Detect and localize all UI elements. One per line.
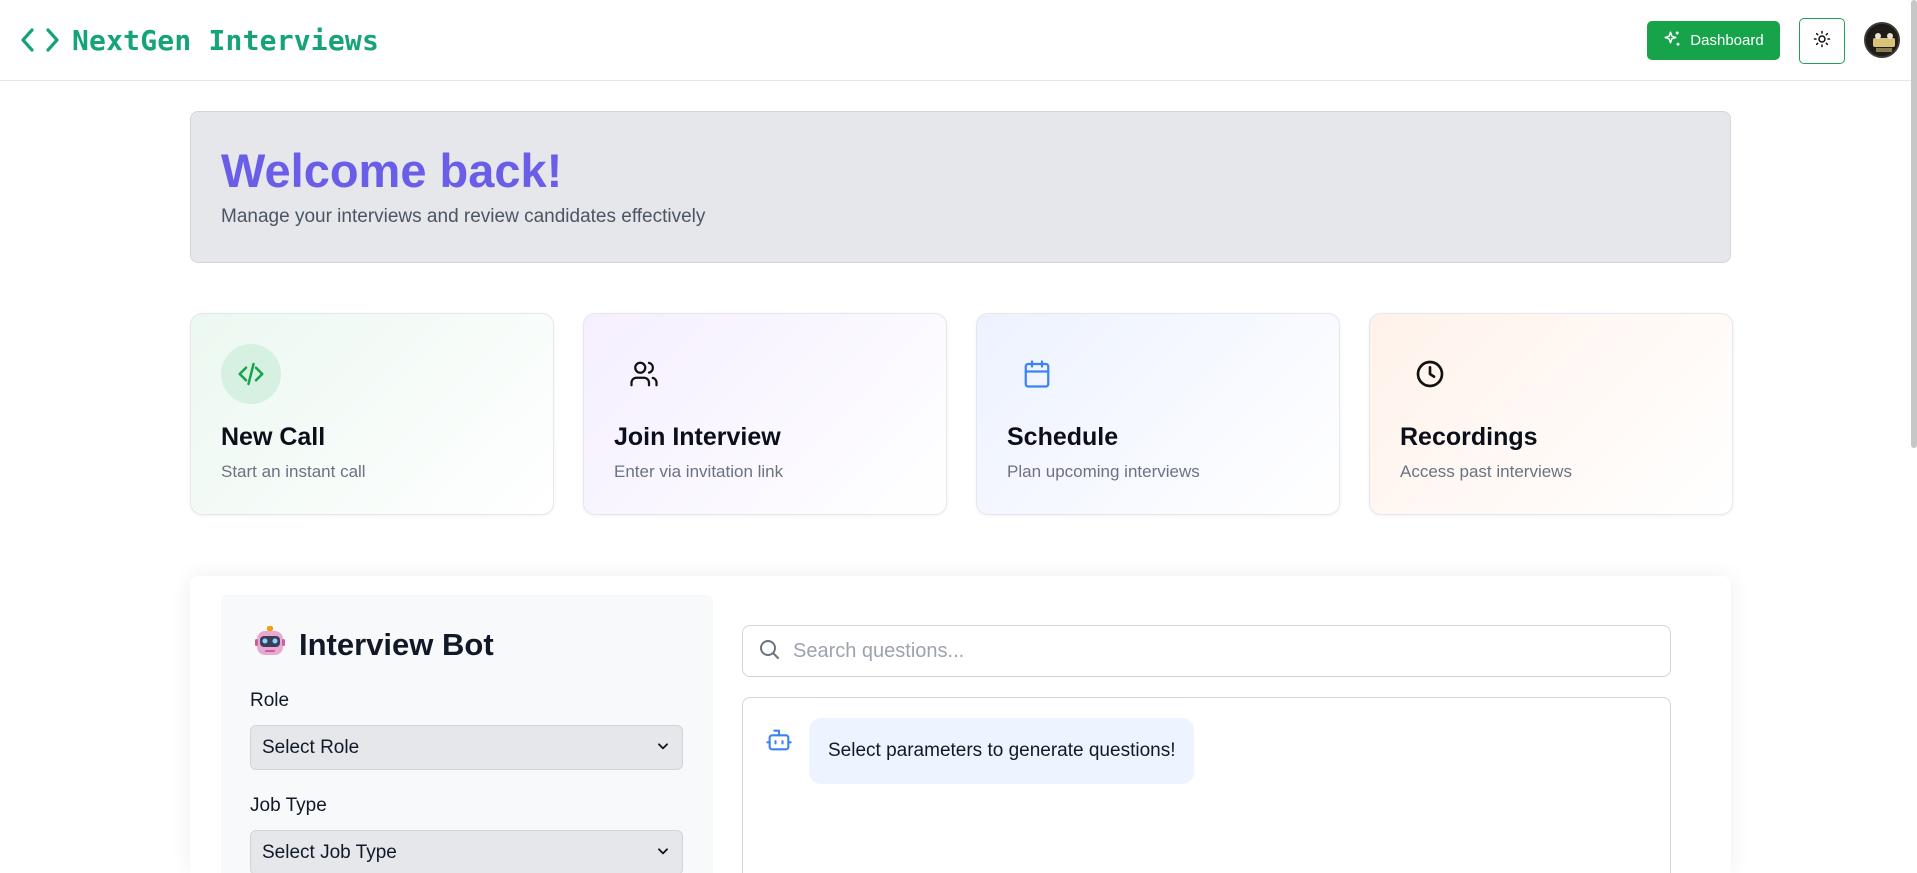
role-select-value: Select Role	[262, 736, 360, 758]
calendar-icon	[1007, 344, 1067, 404]
theme-toggle-button[interactable]	[1799, 18, 1845, 64]
users-icon	[614, 344, 674, 404]
job-type-label: Job Type	[250, 795, 327, 816]
brand-name: NextGen Interviews	[72, 23, 380, 57]
interview-bot-sidebar: Interview Bot Role Select Role Job Type …	[221, 595, 713, 873]
join-interview-card[interactable]: Join Interview Enter via invitation link	[583, 313, 947, 515]
bot-title-row: Interview Bot	[253, 625, 494, 664]
job-type-select-value: Select Job Type	[262, 841, 397, 863]
card-subtitle: Plan upcoming interviews	[1007, 462, 1200, 481]
brand-logo-link[interactable]: NextGen Interviews	[20, 22, 379, 58]
card-title: Schedule	[1007, 423, 1119, 451]
bot-title: Interview Bot	[299, 626, 494, 662]
job-type-select[interactable]: Select Job Type	[250, 830, 683, 873]
chevron-down-icon	[656, 737, 670, 759]
card-title: New Call	[221, 423, 326, 451]
dashboard-button-label: Dashboard	[1690, 32, 1764, 49]
welcome-banner: Welcome back! Manage your interviews and…	[190, 111, 1731, 263]
card-subtitle: Enter via invitation link	[614, 462, 784, 481]
role-select[interactable]: Select Role	[250, 725, 683, 770]
card-subtitle: Start an instant call	[221, 462, 366, 481]
code-brackets-icon	[20, 22, 60, 58]
bot-message-bubble: Select parameters to generate questions!	[809, 718, 1195, 784]
card-title: Recordings	[1400, 423, 1538, 451]
card-title: Join Interview	[614, 423, 781, 451]
user-avatar[interactable]	[1864, 22, 1900, 58]
sun-icon	[1813, 30, 1831, 53]
card-subtitle: Access past interviews	[1400, 462, 1572, 481]
chevron-down-icon	[656, 842, 670, 864]
questions-chat-area: Select parameters to generate questions!	[742, 697, 1671, 873]
search-input[interactable]	[793, 639, 1653, 663]
clock-icon	[1400, 344, 1460, 404]
search-icon	[757, 637, 781, 666]
sparkles-icon	[1663, 30, 1681, 52]
top-navbar: NextGen Interviews Dashboard	[0, 0, 1917, 81]
dashboard-button[interactable]: Dashboard	[1647, 21, 1780, 60]
role-label: Role	[250, 690, 290, 711]
code-icon	[221, 344, 281, 404]
schedule-card[interactable]: Schedule Plan upcoming interviews	[976, 313, 1340, 515]
new-call-card[interactable]: New Call Start an instant call	[190, 313, 554, 515]
welcome-subtitle: Manage your interviews and review candid…	[221, 206, 706, 227]
welcome-title: Welcome back!	[221, 144, 563, 197]
recordings-card[interactable]: Recordings Access past interviews	[1369, 313, 1733, 515]
robot-emoji-icon	[253, 625, 287, 664]
question-search-box[interactable]	[742, 625, 1671, 677]
page-scrollbar[interactable]	[1911, 0, 1917, 448]
bot-icon	[765, 726, 793, 759]
